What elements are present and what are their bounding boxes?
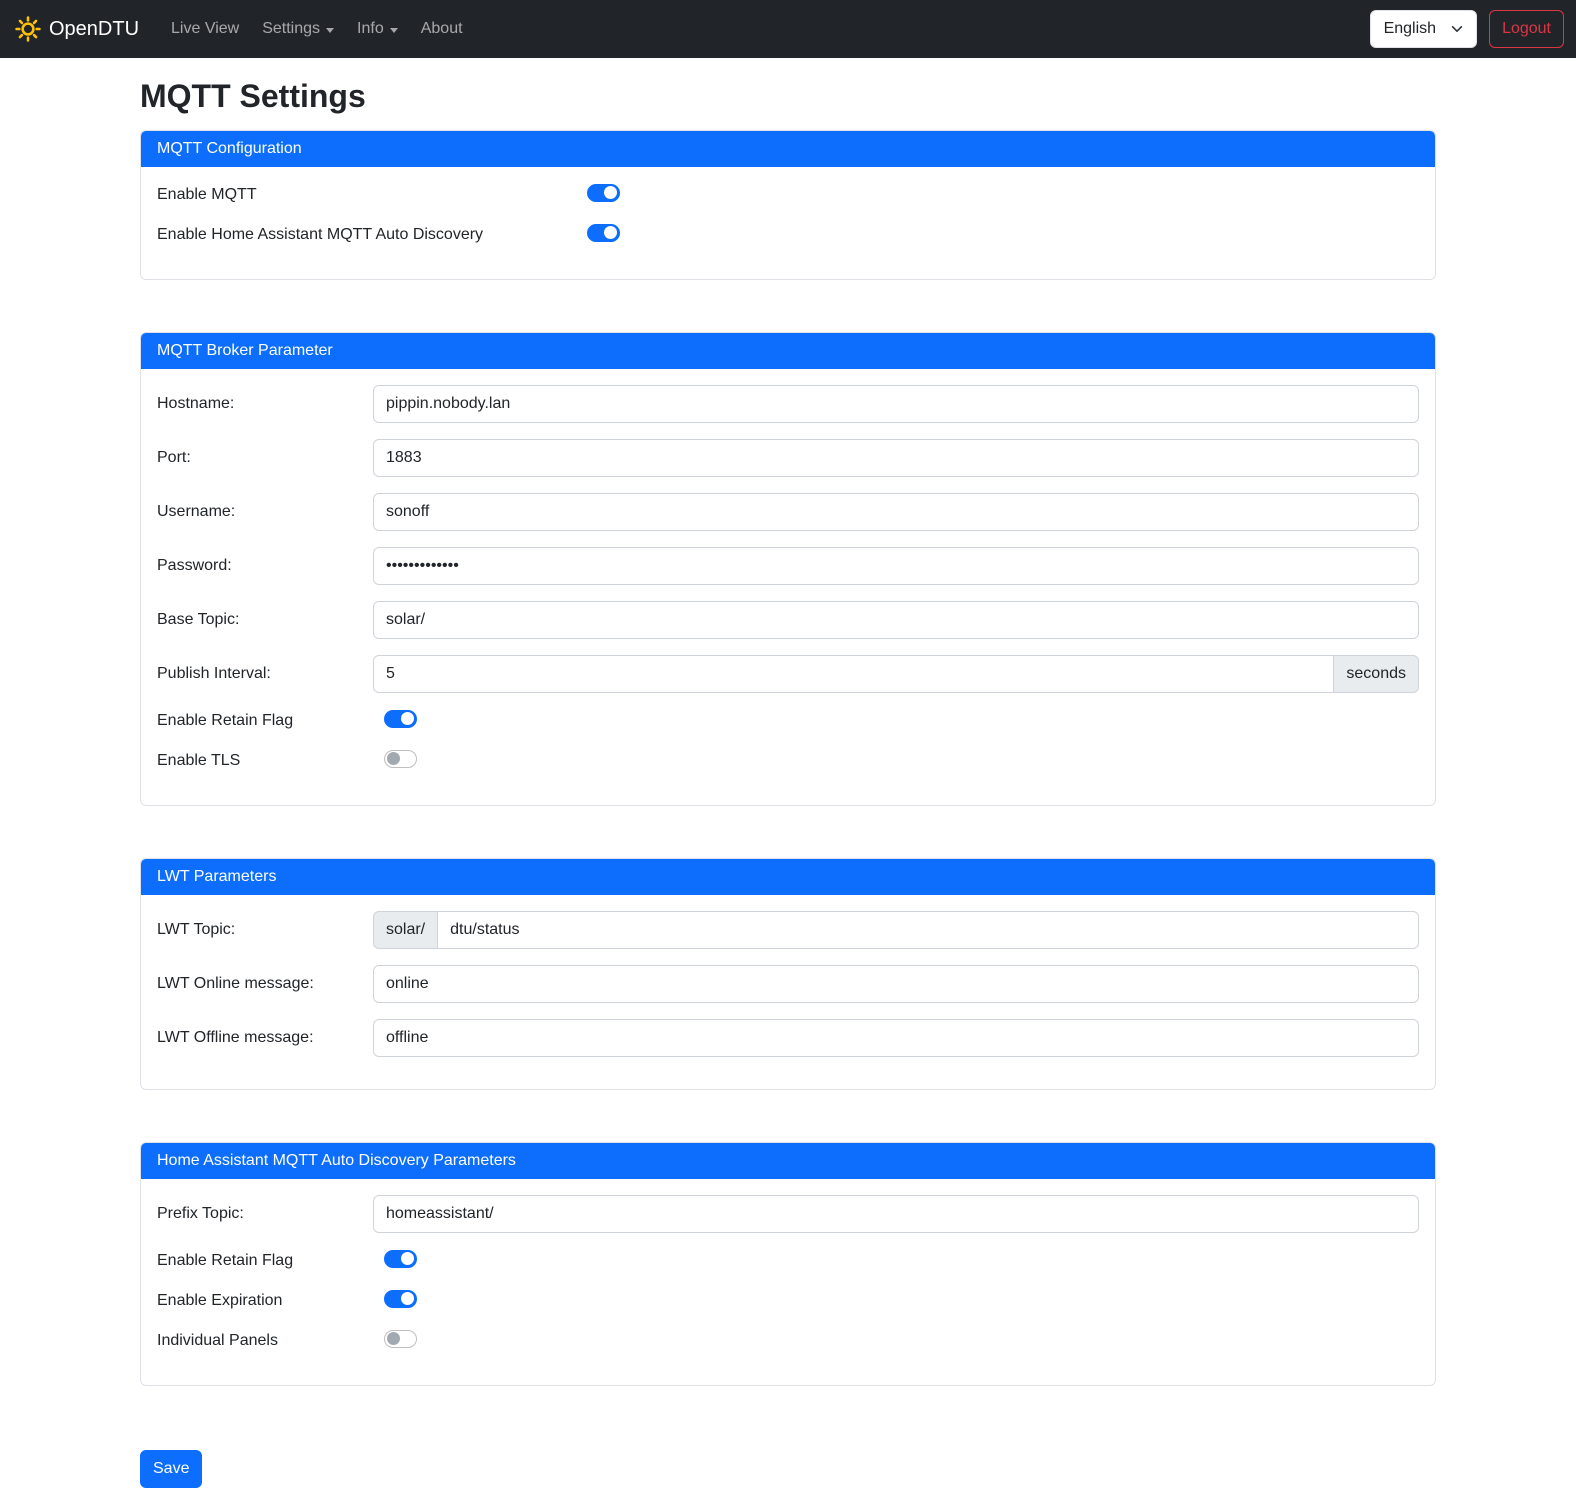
hass-discovery-card-header: Home Assistant MQTT Auto Discovery Param… — [141, 1143, 1435, 1179]
enable-ha-discovery-label: Enable Home Assistant MQTT Auto Discover… — [157, 223, 587, 247]
enable-mqtt-toggle[interactable] — [587, 184, 620, 202]
broker-enable-retain-row: Enable Retain Flag — [157, 709, 1419, 733]
hass-enable-retain-row: Enable Retain Flag — [157, 1249, 1419, 1273]
base-topic-row: Base Topic: — [157, 601, 1419, 639]
brand-label: OpenDTU — [49, 18, 139, 41]
toggle-knob — [604, 226, 617, 239]
language-select[interactable]: English — [1370, 10, 1477, 48]
hostname-label: Hostname: — [157, 392, 373, 416]
enable-expiration-row: Enable Expiration — [157, 1289, 1419, 1313]
mqtt-configuration-card-body: Enable MQTT Enable Home Assistant MQTT A… — [141, 167, 1435, 279]
lwt-topic-label: LWT Topic: — [157, 918, 373, 942]
port-row: Port: — [157, 439, 1419, 477]
username-label: Username: — [157, 500, 373, 524]
lwt-topic-prefix: solar/ — [373, 911, 437, 949]
chevron-down-icon — [1450, 22, 1464, 36]
lwt-card: LWT Parameters LWT Topic: solar/ LWT Onl… — [140, 858, 1436, 1090]
lwt-card-header: LWT Parameters — [141, 859, 1435, 895]
individual-panels-toggle[interactable] — [384, 1330, 417, 1348]
enable-tls-toggle[interactable] — [384, 750, 417, 768]
toggle-knob — [387, 1332, 400, 1345]
nav-item-info-label: Info — [357, 20, 384, 38]
base-topic-label: Base Topic: — [157, 608, 373, 632]
nav-links: Live View Settings Info About — [163, 12, 478, 46]
enable-tls-row: Enable TLS — [157, 749, 1419, 773]
save-button[interactable]: Save — [140, 1450, 202, 1488]
nav-item-settings-label: Settings — [262, 20, 320, 38]
password-label: Password: — [157, 554, 373, 578]
prefix-topic-input[interactable] — [373, 1195, 1419, 1233]
publish-interval-row: Publish Interval: seconds — [157, 655, 1419, 693]
publish-interval-unit: seconds — [1334, 655, 1419, 693]
lwt-topic-input[interactable] — [437, 911, 1419, 949]
lwt-online-label: LWT Online message: — [157, 972, 373, 996]
base-topic-input[interactable] — [373, 601, 1419, 639]
hostname-input[interactable] — [373, 385, 1419, 423]
hass-discovery-card-body: Prefix Topic: Enable Retain Flag Enable … — [141, 1179, 1435, 1385]
mqtt-broker-card-header: MQTT Broker Parameter — [141, 333, 1435, 369]
nav-item-live-view-label: Live View — [171, 20, 239, 38]
toggle-knob — [401, 1252, 414, 1265]
mqtt-configuration-card: MQTT Configuration Enable MQTT Enable Ho… — [140, 130, 1436, 280]
mqtt-broker-card: MQTT Broker Parameter Hostname: Port: Us… — [140, 332, 1436, 806]
enable-tls-label: Enable TLS — [157, 749, 373, 773]
caret-down-icon — [326, 28, 334, 33]
toggle-knob — [387, 752, 400, 765]
enable-mqtt-row: Enable MQTT — [157, 183, 1419, 207]
lwt-online-row: LWT Online message: — [157, 965, 1419, 1003]
hass-enable-retain-label: Enable Retain Flag — [157, 1249, 373, 1273]
nav-item-settings[interactable]: Settings — [254, 12, 342, 46]
port-input[interactable] — [373, 439, 1419, 477]
broker-enable-retain-label: Enable Retain Flag — [157, 709, 373, 733]
individual-panels-label: Individual Panels — [157, 1329, 373, 1353]
password-input[interactable] — [373, 547, 1419, 585]
port-label: Port: — [157, 446, 373, 470]
enable-ha-discovery-row: Enable Home Assistant MQTT Auto Discover… — [157, 223, 1419, 247]
lwt-online-input[interactable] — [373, 965, 1419, 1003]
mqtt-configuration-card-header: MQTT Configuration — [141, 131, 1435, 167]
lwt-offline-row: LWT Offline message: — [157, 1019, 1419, 1057]
publish-interval-input[interactable] — [373, 655, 1334, 693]
toggle-knob — [401, 1292, 414, 1305]
username-row: Username: — [157, 493, 1419, 531]
hass-enable-retain-toggle[interactable] — [384, 1250, 417, 1268]
enable-expiration-toggle[interactable] — [384, 1290, 417, 1308]
toggle-knob — [401, 712, 414, 725]
brand-link[interactable]: OpenDTU — [14, 15, 139, 43]
username-input[interactable] — [373, 493, 1419, 531]
prefix-topic-row: Prefix Topic: — [157, 1195, 1419, 1233]
nav-item-about[interactable]: About — [413, 12, 471, 46]
language-select-value: English — [1384, 20, 1436, 38]
broker-enable-retain-toggle[interactable] — [384, 710, 417, 728]
password-row: Password: — [157, 547, 1419, 585]
prefix-topic-label: Prefix Topic: — [157, 1202, 373, 1226]
page-title: MQTT Settings — [140, 78, 1436, 115]
publish-interval-label: Publish Interval: — [157, 662, 373, 686]
toggle-knob — [604, 186, 617, 199]
lwt-card-body: LWT Topic: solar/ LWT Online message: LW… — [141, 895, 1435, 1089]
lwt-topic-row: LWT Topic: solar/ — [157, 911, 1419, 949]
nav-item-live-view[interactable]: Live View — [163, 12, 247, 46]
logout-button[interactable]: Logout — [1489, 10, 1564, 48]
caret-down-icon — [390, 28, 398, 33]
lwt-offline-input[interactable] — [373, 1019, 1419, 1057]
hass-discovery-card: Home Assistant MQTT Auto Discovery Param… — [140, 1142, 1436, 1386]
mqtt-broker-card-body: Hostname: Port: Username: Password: Base… — [141, 369, 1435, 805]
enable-mqtt-label: Enable MQTT — [157, 183, 587, 207]
top-navbar: OpenDTU Live View Settings Info About En… — [0, 0, 1576, 58]
individual-panels-row: Individual Panels — [157, 1329, 1419, 1353]
nav-item-about-label: About — [421, 20, 463, 38]
hostname-row: Hostname: — [157, 385, 1419, 423]
enable-ha-discovery-toggle[interactable] — [587, 224, 620, 242]
enable-expiration-label: Enable Expiration — [157, 1289, 373, 1313]
main-content: MQTT Settings MQTT Configuration Enable … — [140, 78, 1436, 1504]
nav-item-info[interactable]: Info — [349, 12, 406, 46]
sun-icon — [14, 15, 42, 43]
lwt-offline-label: LWT Offline message: — [157, 1026, 373, 1050]
